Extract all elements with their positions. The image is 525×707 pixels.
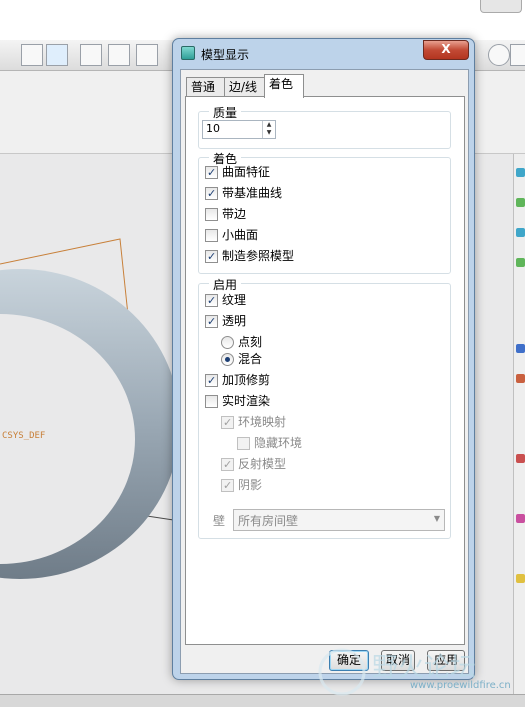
wall-label: 壁 [213,514,226,528]
radio-icon[interactable] [221,336,234,349]
toolbar-view-icon[interactable] [21,44,43,66]
checkbox-icon[interactable] [205,208,218,221]
right-toolbar [513,154,525,694]
tool-icon-1[interactable] [516,168,525,177]
dialog-title: 模型显示 [201,48,250,62]
tab-shading[interactable]: 着色 [264,74,304,98]
enable-legend: 启用 [209,276,242,293]
quality-value[interactable]: 10 [206,122,220,135]
window-restore-button[interactable] [480,0,522,13]
tab-general[interactable]: 普通 [186,77,226,97]
radio-icon[interactable] [221,353,234,366]
cancel-button[interactable]: 取消 [381,650,415,671]
dialog-client-area: 普通 边/线 着色 质量 10 ▲ ▼ 着色 ✓ 曲面特征 ✓ 带基准曲线 带边… [180,69,469,674]
ok-button[interactable]: 确定 [329,650,369,671]
quality-legend: 质量 [209,104,242,121]
enable-group: 启用 纹理 透明 点刻 混合 [198,276,451,539]
model-display-dialog: 模型显示 X 普通 边/线 着色 质量 10 ▲ ▼ 着色 ✓ 曲面特征 ✓ 带… [172,38,475,680]
toolbar-shading-icon[interactable] [46,44,68,66]
wall-select[interactable]: 所有房间壁 ▼ [233,509,445,531]
app-icon [181,46,195,60]
chevron-down-icon[interactable]: ▼ [434,514,440,523]
close-button[interactable]: X [423,40,469,60]
quality-spinner[interactable]: 10 ▲ ▼ [202,120,276,139]
shading-group: 着色 曲面特征 带基准曲线 带边 小曲面 [198,150,451,274]
checkbox-icon[interactable] [221,477,234,494]
spin-up-icon[interactable]: ▲ [263,121,275,129]
checkbox-icon[interactable] [205,185,218,202]
toolbar-datum-axis-icon[interactable] [108,44,130,66]
tool-icon-5[interactable] [516,344,525,353]
checkbox-icon[interactable] [205,229,218,242]
toolbar-datum-plane-icon[interactable] [80,44,102,66]
toolbar-user-icon[interactable] [488,44,510,66]
spinner-buttons: ▲ ▼ [262,121,275,138]
tool-icon-8[interactable] [516,514,525,523]
tool-icon-3[interactable] [516,228,525,237]
dialog-titlebar[interactable]: 模型显示 X [173,39,474,67]
wall-select-value: 所有房间壁 [238,514,299,528]
quality-group: 质量 10 ▲ ▼ [198,104,451,149]
checkbox-icon[interactable] [205,372,218,389]
tool-icon-4[interactable] [516,258,525,267]
tool-icon-9[interactable] [516,574,525,583]
status-bar [0,694,525,707]
checkbox-icon[interactable] [205,292,218,309]
checkbox-icon[interactable] [205,248,218,265]
tool-icon-2[interactable] [516,198,525,207]
checkbox-icon[interactable] [205,395,218,408]
watermark-url: www.proewildfire.cn [410,680,511,691]
app-top-strip [0,0,525,40]
tab-edges-lines[interactable]: 边/线 [224,77,268,97]
checkbox-icon[interactable] [221,414,234,431]
toolbar-network-icon[interactable] [510,44,525,66]
shading-tab-panel: 质量 10 ▲ ▼ 着色 曲面特征 带基准曲线 [185,96,465,645]
tool-icon-6[interactable] [516,374,525,383]
apply-button[interactable]: 应用 [427,650,465,671]
checkbox-icon[interactable] [205,313,218,330]
toolbar-datum-point-icon[interactable] [136,44,158,66]
csys-label: CSYS_DEF [2,431,45,441]
checkbox-icon[interactable] [237,437,250,450]
checkbox-icon[interactable] [221,456,234,473]
spin-down-icon[interactable]: ▼ [263,129,275,137]
checkbox-icon[interactable] [205,164,218,181]
tool-icon-7[interactable] [516,454,525,463]
close-icon: X [441,42,451,56]
